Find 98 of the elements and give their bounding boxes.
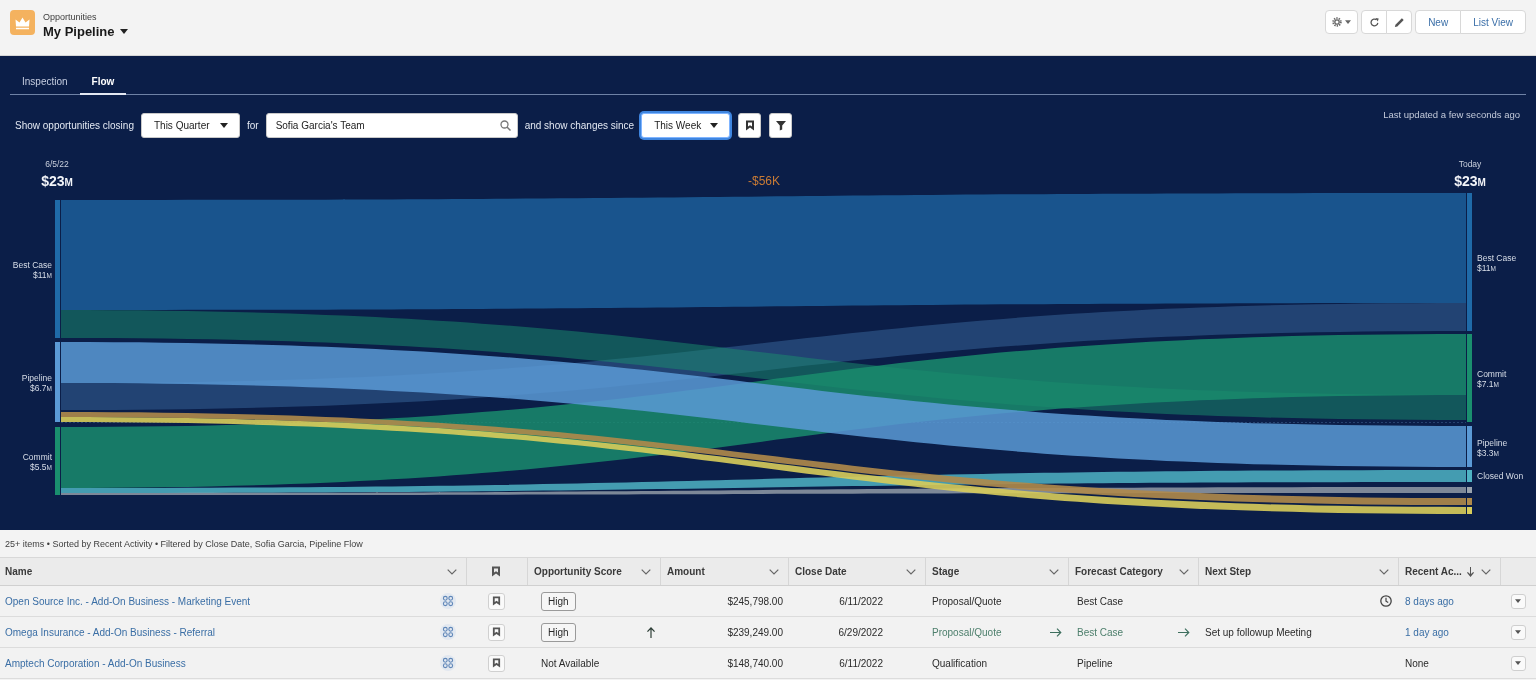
bookmark-button[interactable] bbox=[488, 623, 505, 641]
opportunity-link[interactable]: Amptech Corporation - Add-On Business bbox=[5, 657, 186, 669]
bookmark-icon bbox=[744, 120, 755, 131]
period-dropdown[interactable]: This Quarter bbox=[140, 113, 240, 138]
bookmark-button[interactable] bbox=[738, 113, 762, 138]
tab[interactable]: Flow bbox=[79, 70, 127, 95]
close-date-text: 6/11/2022 bbox=[839, 657, 883, 669]
bookmark-icon bbox=[490, 566, 501, 577]
bookmark-icon bbox=[492, 658, 501, 668]
stage-text: Qualification bbox=[932, 657, 988, 669]
column-header[interactable]: Name bbox=[0, 558, 466, 585]
total-amount: $23M bbox=[41, 173, 73, 189]
row-menu-button[interactable] bbox=[1510, 655, 1526, 671]
filter-label: and show changes since bbox=[524, 120, 635, 131]
stage-text: Proposal/Quote bbox=[932, 595, 1002, 607]
date-label: Today bbox=[1458, 159, 1482, 169]
caret-icon bbox=[119, 29, 128, 34]
opportunity-link[interactable]: Omega Insurance - Add-On Business - Referral bbox=[5, 626, 216, 638]
refresh-button[interactable] bbox=[1361, 10, 1388, 34]
object-label: Opportunities bbox=[43, 11, 98, 23]
forecast-text: Best Case bbox=[1077, 626, 1124, 638]
close-date-text: 6/29/2022 bbox=[838, 626, 883, 638]
node-label: Commit bbox=[22, 452, 52, 462]
arrow-right-icon bbox=[1178, 627, 1190, 637]
node-label: Commit bbox=[1477, 369, 1507, 379]
arrow-right-icon bbox=[1050, 627, 1062, 637]
caret-icon bbox=[219, 123, 228, 128]
caret-icon bbox=[1515, 599, 1521, 603]
column-header[interactable]: Next Step bbox=[1198, 558, 1398, 585]
change-amount: -$56K bbox=[748, 174, 780, 188]
score-badge: High bbox=[541, 622, 576, 642]
column-header[interactable]: Opportunity Score bbox=[527, 558, 660, 585]
column-header[interactable]: Amount bbox=[660, 558, 788, 585]
tab[interactable]: Inspection bbox=[10, 70, 80, 95]
close-date-text: 6/11/2022 bbox=[839, 595, 883, 607]
node-label: Pipeline bbox=[21, 373, 52, 383]
node-label: Best Case bbox=[1477, 253, 1517, 263]
recent-activity-link[interactable]: 1 day ago bbox=[1405, 626, 1449, 638]
chevron-down-icon bbox=[906, 568, 916, 575]
gear-icon bbox=[1332, 17, 1343, 27]
bookmark-button[interactable] bbox=[488, 592, 505, 610]
recent-activity-link[interactable]: 8 days ago bbox=[1405, 595, 1454, 607]
caret-icon bbox=[1515, 661, 1521, 665]
amount-text: $245,798.00 bbox=[727, 595, 783, 607]
recent-activity-text: None bbox=[1405, 657, 1429, 669]
pencil-icon bbox=[1393, 16, 1405, 28]
edit-button[interactable] bbox=[1386, 10, 1413, 34]
node-label: Pipeline bbox=[1477, 437, 1508, 448]
row-menu-button[interactable] bbox=[1510, 593, 1526, 609]
amount-text: $148,740.00 bbox=[727, 657, 783, 669]
column-header[interactable]: Recent Ac... bbox=[1398, 558, 1500, 585]
total-amount: $23M bbox=[1454, 173, 1486, 189]
action-button[interactable]: List View bbox=[1460, 10, 1526, 34]
column-header[interactable]: Stage bbox=[925, 558, 1068, 585]
chevron-down-icon bbox=[1481, 568, 1491, 575]
list-view-selector[interactable]: My Pipeline bbox=[43, 23, 128, 40]
list-summary: 25+ items • Sorted by Recent Activity • Filtered by Close Date, Sofia Garcia, Pipeline Flow bbox=[4, 538, 364, 551]
chevron-down-icon bbox=[1049, 568, 1059, 575]
chevron-down-icon bbox=[769, 568, 779, 575]
opportunity-link[interactable]: Open Source Inc. - Add-On Business - Marketing Event bbox=[5, 595, 251, 607]
chevron-down-icon bbox=[1179, 568, 1189, 575]
crown-icon bbox=[10, 10, 35, 35]
last-updated-text: Last updated a few seconds ago bbox=[1383, 109, 1520, 120]
chevron-down-icon bbox=[1379, 568, 1389, 575]
caret-icon bbox=[1345, 20, 1352, 24]
network-icon bbox=[440, 593, 456, 609]
bookmark-icon bbox=[492, 627, 501, 637]
row-menu-button[interactable] bbox=[1510, 624, 1526, 640]
filter-button[interactable] bbox=[769, 113, 793, 138]
action-button[interactable]: New bbox=[1415, 10, 1462, 34]
amount-text: $239,249.00 bbox=[727, 626, 783, 638]
stage-text: Proposal/Quote bbox=[932, 626, 1002, 638]
bookmark-button[interactable] bbox=[488, 654, 505, 672]
node-label: Best Case bbox=[12, 260, 52, 270]
network-icon bbox=[440, 624, 456, 640]
filter-icon bbox=[775, 120, 786, 131]
score-badge: High bbox=[541, 591, 576, 611]
next-step-text: Set up followup Meeting bbox=[1205, 626, 1312, 638]
settings-button[interactable] bbox=[1325, 10, 1359, 34]
refresh-icon bbox=[1368, 16, 1380, 28]
bookmark-icon bbox=[492, 596, 501, 606]
chevron-down-icon bbox=[641, 568, 651, 575]
column-header[interactable]: Forecast Category bbox=[1068, 558, 1198, 585]
forecast-text: Best Case bbox=[1077, 595, 1124, 607]
search-icon bbox=[499, 120, 511, 131]
since-dropdown[interactable]: This Week bbox=[641, 113, 731, 138]
filter-label: for bbox=[246, 120, 259, 131]
date-label: 6/5/22 bbox=[45, 159, 69, 169]
caret-icon bbox=[1515, 630, 1521, 634]
score-text: Not Available bbox=[541, 657, 600, 669]
forecast-text: Pipeline bbox=[1077, 657, 1113, 669]
caret-icon bbox=[710, 123, 719, 128]
filter-label: Show opportunities closing bbox=[15, 120, 134, 131]
node-label: Closed Won bbox=[1477, 471, 1524, 481]
team-search-field[interactable]: Sofia Garcia's Team bbox=[265, 113, 518, 138]
column-header[interactable]: Close Date bbox=[788, 558, 925, 585]
network-icon bbox=[440, 655, 456, 671]
chevron-down-icon bbox=[447, 568, 457, 575]
